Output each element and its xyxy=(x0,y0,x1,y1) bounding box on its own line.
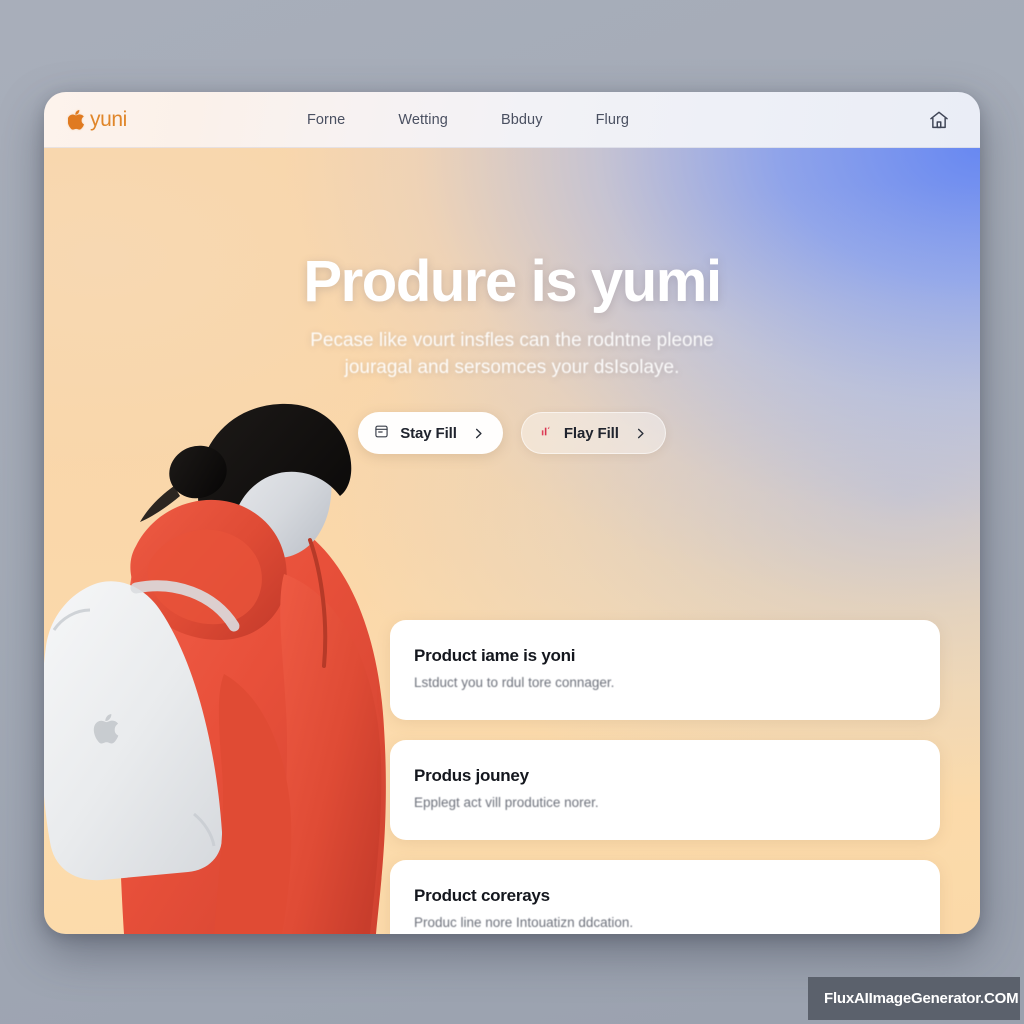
nav-link-flurg[interactable]: Flurg xyxy=(596,112,630,128)
stay-fill-label: Stay Fill xyxy=(400,424,457,442)
home-icon[interactable] xyxy=(926,107,952,133)
brand-name: yuni xyxy=(90,107,127,131)
stay-fill-button[interactable]: Stay Fill xyxy=(358,412,503,455)
card-description: Produc line nore Intouatizn ddcation. xyxy=(414,915,634,930)
hero-subtitle: Pecase like vourt insfles can the rodntn… xyxy=(310,330,714,379)
document-calendar-icon xyxy=(374,424,389,443)
cta-button-row: Stay Fill Flay Fill xyxy=(44,412,980,455)
card-title: Product corerays xyxy=(414,886,550,905)
card-description: Epplegt act vill produtice norer. xyxy=(414,795,599,810)
nav-link-wetting[interactable]: Wetting xyxy=(398,112,448,128)
apple-logo-icon xyxy=(67,109,85,130)
navigation-bar: yuni Forne Wetting Bbduy Flurg xyxy=(44,92,980,148)
nav-link-bbduy[interactable]: Bbduy xyxy=(501,112,543,128)
app-window: yuni Forne Wetting Bbduy Flurg Produre i… xyxy=(44,92,980,934)
card-title: Produs jouney xyxy=(414,766,529,785)
card-title: Product iame is yoni xyxy=(414,646,576,665)
card-description: Lstduct you to rdul tore connager. xyxy=(414,675,615,690)
chevron-right-icon xyxy=(472,427,485,440)
chart-spark-icon xyxy=(538,424,553,443)
feature-card-list: Product iame is yoni Lstduct you to rdul… xyxy=(390,620,940,934)
feature-card[interactable]: Produs jouney Epplegt act vill produtice… xyxy=(390,740,940,840)
nav-links: Forne Wetting Bbduy Flurg xyxy=(307,112,629,128)
hero-section: Produre is yumi Pecase like vourt insfle… xyxy=(44,148,980,934)
brand-logo[interactable]: yuni xyxy=(67,107,127,132)
chevron-right-icon xyxy=(634,427,647,440)
feature-card[interactable]: Product corerays Produc line nore Intoua… xyxy=(390,860,940,934)
flay-fill-label: Flay Fill xyxy=(563,424,619,442)
nav-link-forne[interactable]: Forne xyxy=(307,112,345,128)
hero-copy: Produre is yumi Pecase like vourt insfle… xyxy=(44,249,980,455)
hero-title: Produre is yumi xyxy=(303,249,722,314)
feature-card[interactable]: Product iame is yoni Lstduct you to rdul… xyxy=(390,620,940,720)
watermark: FluxAIImageGenerator.COM xyxy=(808,977,1020,1020)
flay-fill-button[interactable]: Flay Fill xyxy=(520,412,666,455)
